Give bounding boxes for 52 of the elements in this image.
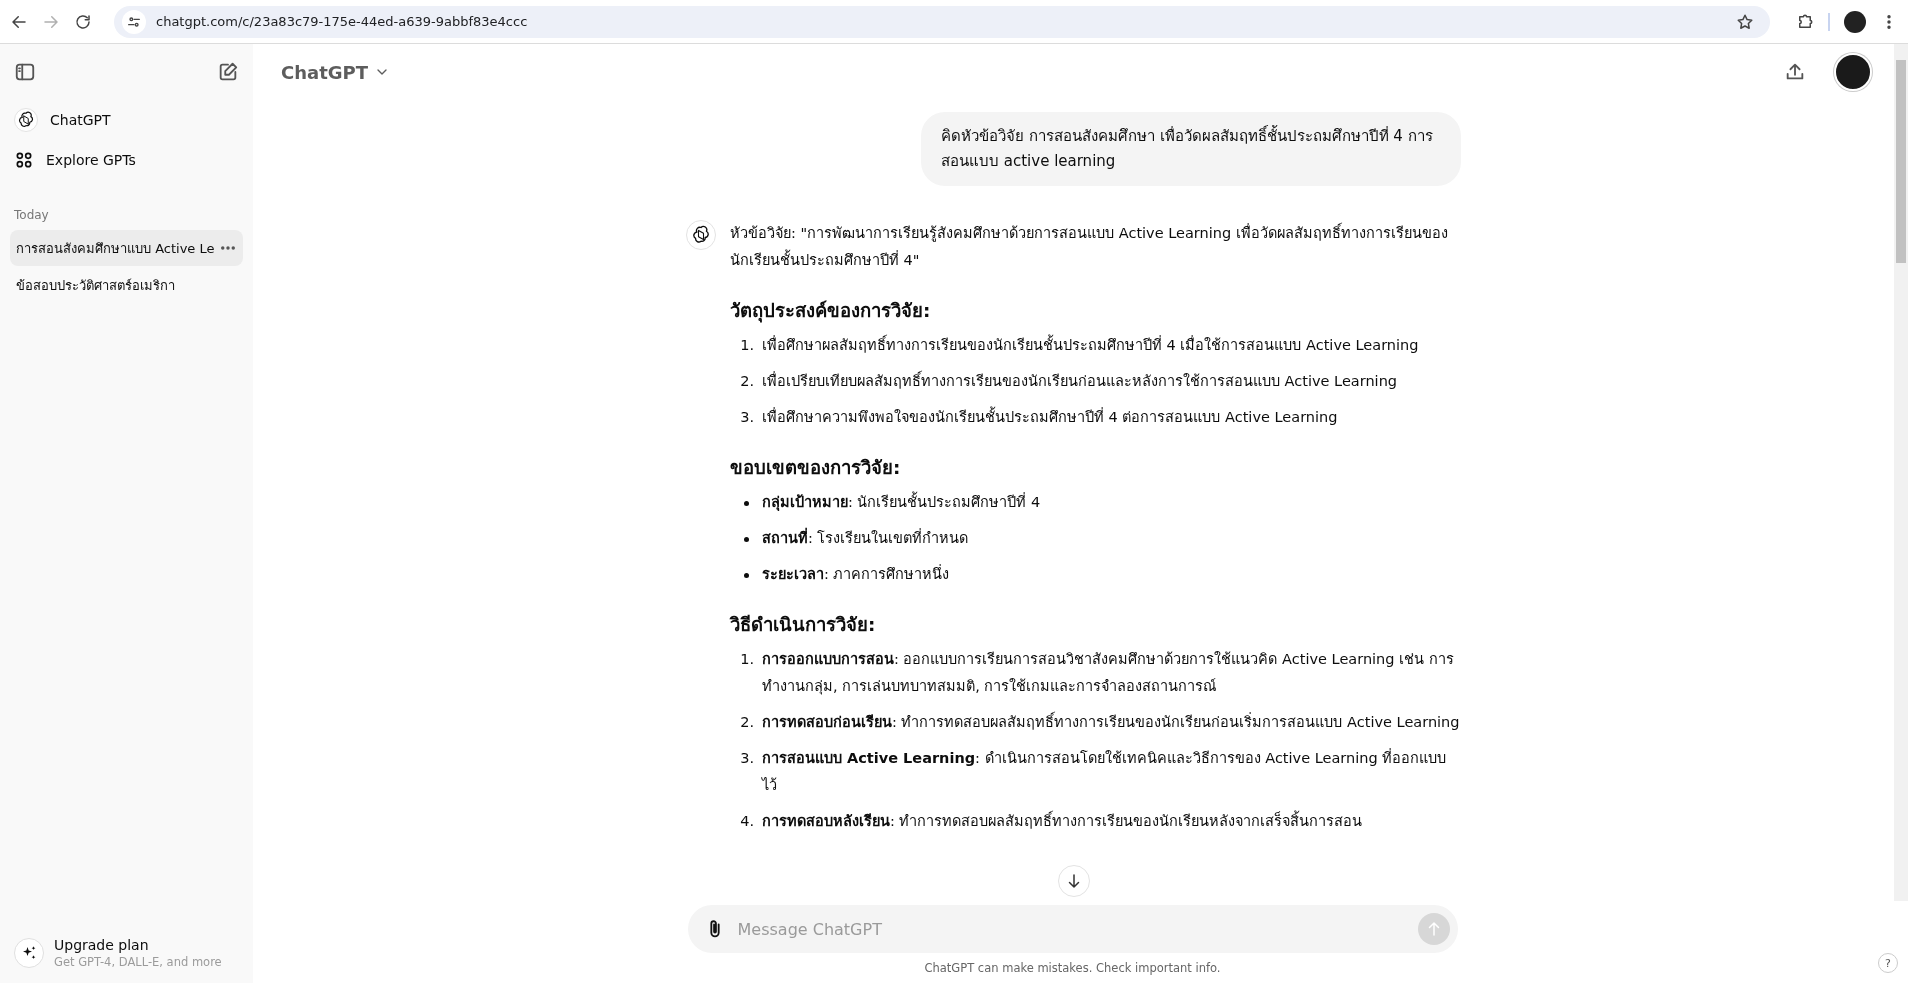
list-number: 2. xyxy=(739,372,755,391)
disclaimer-text: ChatGPT can make mistakes. Check important info. xyxy=(924,960,1221,977)
section-heading: วัตถุประสงค์ของการวิจัย: xyxy=(730,299,932,325)
chat-item[interactable]: ข้อสอบประวัติศาสตร์อเมริกา xyxy=(10,267,243,303)
section-heading: วิธีดำเนินการวิจัย: xyxy=(730,613,877,637)
response-paragraph: หัวข้อวิจัย: "การพัฒนาการเรียนรู้สังคมศึกษาด้วยการสอนแบบ Active Learning เพื่อวัดผลสัมฤทธิ์ทางการเรียนของนักเรียนชั้นประถมศึกษาปีที่ 4" xyxy=(730,220,1461,274)
section-heading: ขอบเขตของการวิจัย: xyxy=(730,456,902,480)
list-number: 1. xyxy=(739,650,755,669)
list-number: 3. xyxy=(739,408,755,427)
logo-icon xyxy=(17,111,35,129)
scrollbar[interactable] xyxy=(1894,44,1908,901)
url-text: chatgpt.com/c/23a83c79-175e-44ed-a639-9abbf83e4ccc xyxy=(156,14,529,29)
grid-icon xyxy=(14,150,34,170)
message-field[interactable]: Message ChatGPT xyxy=(735,918,1408,940)
sidebar-item[interactable]: ChatGPT xyxy=(10,100,243,140)
upgrade-plan-item[interactable]: Upgrade plan Get GPT-4, DALL-E, and more xyxy=(10,927,243,983)
user-message: คิดหัวข้อวิจัย การสอนสังคมศึกษา เพื่อวัดผลสัมฤทธิ์ชั้นประถมศึกษาปีที่ 4 การสอนแบบ active learning xyxy=(921,112,1461,186)
list-item-text: การสอนแบบ Active Learning: ดำเนินการสอนโดยใช้เทคนิคและวิธีการของ Active Learning ที่ออกแบบไว้ xyxy=(762,747,1448,795)
list-number: 3. xyxy=(739,749,755,768)
bullet-icon xyxy=(743,501,749,506)
list-number: 2. xyxy=(739,713,755,732)
reload-icon[interactable] xyxy=(74,12,92,31)
sidebar-toggle-icon[interactable] xyxy=(14,61,36,83)
sidebar-item[interactable]: Explore GPTs xyxy=(10,140,243,180)
section-label: Today xyxy=(14,208,50,222)
upgrade-subtitle: Get GPT-4, DALL-E, and more xyxy=(54,955,222,969)
puzzle-icon[interactable] xyxy=(1796,12,1814,31)
list-item-text: การทดสอบหลังเรียน: ทำการทดสอบผลสัมฤทธิ์ทางการเรียนของนักเรียนหลังจากเสร็จสิ้นการสอน xyxy=(762,808,1363,835)
help-button[interactable]: ? xyxy=(1878,953,1898,973)
scroll-down-button[interactable] xyxy=(1057,865,1090,897)
list-item-text: สถานที่: โรงเรียนในเขตที่กำหนด xyxy=(762,525,969,552)
star-icon[interactable] xyxy=(1736,12,1754,31)
chat-item[interactable]: การสอนสังคมศึกษาแบบ Active Le xyxy=(10,230,243,266)
list-item-text: เพื่อศึกษาผลสัมฤทธิ์ทางการเรียนของนักเรียนชั้นประถมศึกษาปีที่ 4 เมื่อใช้การสอนแบบ Active Learning xyxy=(762,332,1419,359)
profile-avatar[interactable] xyxy=(1844,10,1866,33)
list-item-text: เพื่อศึกษาความพึงพอใจของนักเรียนชั้นประถมศึกษาปีที่ 4 ต่อการสอนแบบ Active Learning xyxy=(762,404,1338,431)
profile-avatar[interactable] xyxy=(1834,53,1872,91)
list-item-text: การออกแบบการสอน: ออกแบบการเรียนการสอนวิชาสังคมศึกษาด้วยการใช้แนวคิด Active Learning เช่น การทำงานกลุ่ม, การเล่นบทบาทสมมติ, การใช้เกมและการจำลองสถานการณ์ xyxy=(762,650,1455,697)
bullet-icon xyxy=(743,573,749,578)
list-item-text: ระยะเวลา: ภาคการศึกษาหนึ่ง xyxy=(762,563,950,584)
message-composer[interactable]: Message ChatGPT xyxy=(687,905,1458,953)
model-selector[interactable]: ChatGPT xyxy=(277,57,395,87)
list-number: 4. xyxy=(739,812,755,831)
list-number: 1. xyxy=(739,336,755,355)
upgrade-title: Upgrade plan xyxy=(54,937,150,953)
list-item-text: การทดสอบก่อนเรียน: ทำการทดสอบผลสัมฤทธิ์ทางการเรียนของนักเรียนก่อนเริ่มการสอนแบบ Active Learning xyxy=(762,709,1460,736)
bullet-icon xyxy=(743,537,749,542)
list-item-text: เพื่อเปรียบเทียบผลสัมฤทธิ์ทางการเรียนของนักเรียนก่อนและหลังการใช้การสอนแบบ Active Learning xyxy=(762,368,1398,395)
address-bar[interactable]: chatgpt.com/c/23a83c79-175e-44ed-a639-9abbf83e4ccc xyxy=(114,5,1770,38)
new-chat-icon[interactable] xyxy=(217,61,239,83)
list-item-text: กลุ่มเป้าหมาย: นักเรียนชั้นประถมศึกษาปีที่ 4 xyxy=(762,489,1041,516)
logo-icon xyxy=(691,225,711,245)
